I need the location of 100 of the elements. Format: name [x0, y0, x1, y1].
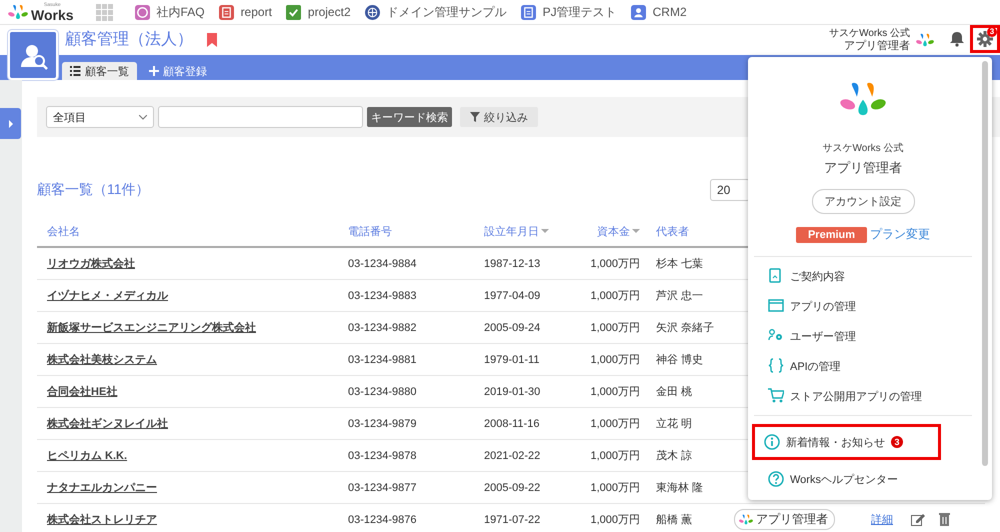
table-cell-text: 1,000万円 [589, 321, 641, 335]
company-link[interactable]: イヅナヒメ・メディカル [37, 288, 338, 303]
edit-icon[interactable] [911, 513, 925, 526]
table-cell-text: 1979-01-11 [483, 354, 540, 366]
table-cell-text: 03-1234-9882 [347, 322, 418, 334]
chevron-icon [139, 114, 147, 120]
list-icon [70, 65, 81, 77]
app-shortcut[interactable]: 社内FAQ [134, 4, 205, 20]
settings-button[interactable]: 3 [970, 25, 1000, 53]
company-link[interactable]: 株式会社ギンヌレイル社 [37, 416, 338, 431]
menu-item[interactable]: ご契約内容 [754, 261, 972, 291]
table-cell-text: 2019-01-30 [483, 386, 542, 398]
table-cell-text: 1,000万円 [589, 385, 641, 399]
app-shortcut[interactable]: ドメイン管理サンプル [364, 4, 507, 20]
app-title: 顧客管理（法人） [65, 30, 193, 50]
table-cell-text: 2021-02-22 [483, 450, 542, 462]
scope-dropdown[interactable]: 全項目 [46, 106, 154, 128]
column-header[interactable]: 設立年月日 [474, 224, 574, 238]
table-cell-text: 1,000万円 [589, 257, 641, 271]
logo-text: Works [31, 8, 74, 22]
company-link[interactable]: 新飯塚サービスエンジニアリング株式会社 [37, 320, 338, 335]
table-cell-text: 1,000万円 [589, 353, 641, 367]
info-icon [764, 434, 780, 450]
table-cell-text: 03-1234-9878 [347, 450, 418, 462]
keyword-search-button[interactable]: キーワード検索 [367, 107, 452, 127]
sort-caret-icon [541, 229, 549, 233]
tab[interactable]: 顧客一覧 [62, 62, 137, 80]
app-shortcut[interactable]: CRM2 [630, 4, 687, 20]
menu-item[interactable]: 新着情報・お知らせ 3 [754, 426, 939, 458]
logo-icon [840, 81, 886, 117]
menu-item[interactable]: Worksヘルプセンター [754, 464, 972, 494]
table-cell-text: 03-1234-9879 [347, 418, 418, 430]
menu-item[interactable]: アプリの管理 [754, 291, 972, 321]
sort-caret-icon [632, 229, 640, 233]
notification-badge: 3 [987, 27, 997, 37]
menu-item[interactable]: ストア公開用アプリの管理 [754, 381, 972, 411]
table-cell-text: 03-1234-9880 [347, 386, 418, 398]
table-cell-text: 1,000万円 [589, 289, 641, 303]
table-cell-text: 1977-04-09 [483, 290, 542, 302]
table-cell-text: 03-1234-9877 [347, 482, 418, 494]
table-cell-text: 金田 桃 [655, 385, 694, 399]
plan-change-link[interactable]: プラン変更 [870, 226, 930, 243]
app-shortcut[interactable]: project2 [286, 4, 351, 20]
logo-icon [8, 4, 28, 20]
table-cell-text: 03-1234-9883 [347, 290, 418, 302]
plus-icon [149, 66, 159, 76]
keyword-field[interactable] [158, 106, 363, 128]
window-icon [768, 298, 784, 314]
company-link[interactable]: 株式会社ストレリチア [37, 512, 338, 527]
app-shortcut[interactable]: report [218, 4, 272, 20]
company-link[interactable]: ヒペリカム K.K. [37, 448, 338, 463]
company-link[interactable]: ナタナエルカンパニー [37, 480, 338, 495]
table-cell-text: 杉本 七葉 [655, 256, 704, 271]
table-cell-text: 03-1234-9876 [347, 514, 418, 526]
account-settings-button[interactable]: アカウント設定 [812, 189, 914, 214]
bookmark-icon[interactable] [207, 32, 217, 46]
company-link[interactable]: 株式会社美枝システム [37, 352, 338, 367]
table-cell-text: 2005-09-24 [483, 322, 542, 334]
column-header: 電話番号 [347, 224, 393, 238]
column-header[interactable]: 資本金 [574, 224, 642, 238]
app-shortcut[interactable]: PJ管理テスト [520, 4, 617, 20]
table-cell-text: 立花 明 [655, 416, 694, 431]
tab[interactable]: 顧客登録 [141, 62, 215, 80]
bell-icon [950, 31, 964, 47]
table-cell-text: 茂木 諒 [655, 448, 694, 463]
sidebar-toggle[interactable] [0, 108, 21, 139]
cart-icon [768, 388, 784, 404]
caret-icon [8, 120, 12, 128]
user-logo-icon [916, 33, 934, 47]
company-link[interactable]: 合同会社HE社 [37, 384, 338, 399]
table-cell-text: 2008-11-16 [483, 418, 540, 430]
table-cell-text: 1,000万円 [589, 513, 641, 527]
page-size-dropdown[interactable]: 20 [710, 179, 750, 201]
owner-chip: アプリ管理者 [734, 509, 835, 530]
menu-item[interactable]: ユーザー管理 [754, 321, 972, 351]
menu-item[interactable]: APIの管理 [754, 351, 972, 381]
user-role: アプリ管理者 [843, 40, 910, 52]
table-cell-text: 03-1234-9881 [347, 354, 418, 366]
document-icon [768, 268, 784, 284]
notification-badge: 3 [891, 436, 903, 448]
organization-name: サスケWorks 公式 [829, 28, 910, 40]
user-role: アプリ管理者 [824, 159, 902, 177]
filter-button[interactable]: 絞り込み [460, 107, 538, 127]
table-cell-text: 矢沢 奈緒子 [655, 321, 716, 335]
logo-icon [739, 514, 753, 525]
company-link[interactable]: リオウガ株式会社 [37, 256, 338, 271]
table-cell-text: 2005-09-22 [483, 482, 542, 494]
table-cell-text: 03-1234-9884 [347, 258, 418, 270]
table-cell-text: 1,000万円 [589, 417, 641, 431]
plan-badge: Premium [796, 226, 868, 242]
table-cell-text: 1,000万円 [589, 449, 641, 463]
app-grid-icon [96, 4, 113, 20]
table-cell-text: 神谷 博史 [655, 353, 704, 367]
detail-link[interactable]: 詳細 [871, 512, 911, 527]
column-header: 代表者 [655, 224, 690, 238]
table-cell-text: 東海林 隆 [655, 481, 704, 495]
table-cell-text: 1,000万円 [589, 481, 641, 495]
column-header: 会社名 [46, 224, 81, 238]
organization-name: サスケWorks 公式 [822, 142, 904, 155]
trash-icon[interactable] [939, 513, 950, 526]
